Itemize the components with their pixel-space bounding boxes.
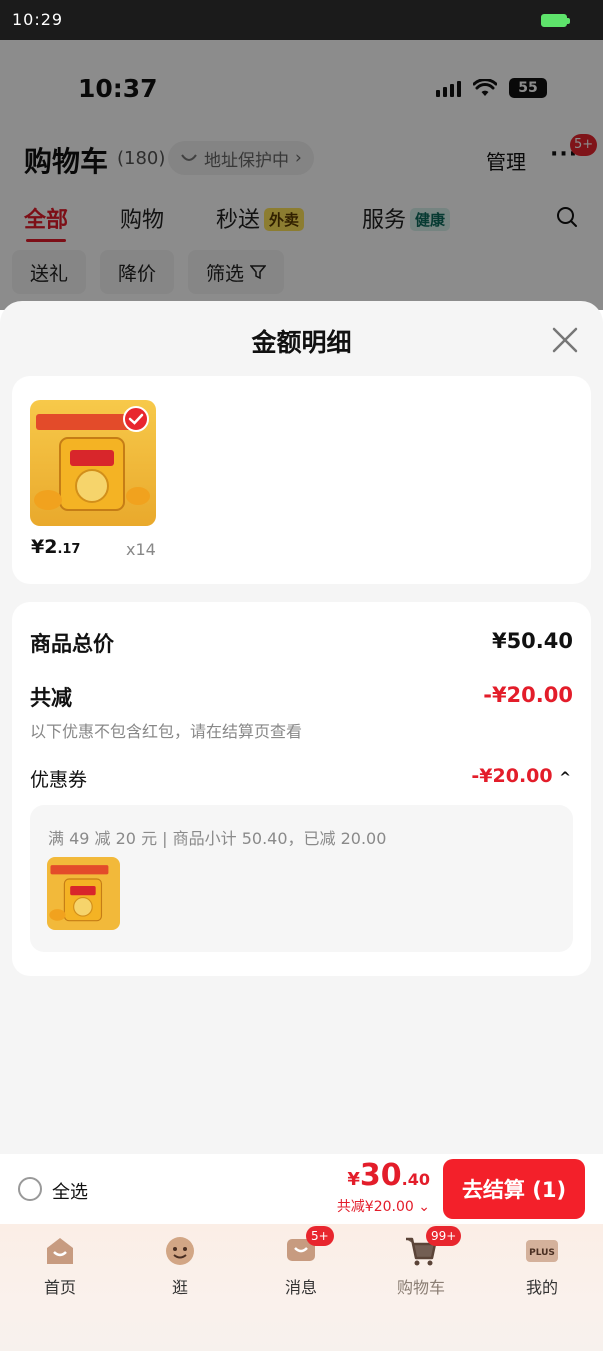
product-card: ¥2.17 x14: [12, 376, 591, 584]
coupon-toggle[interactable]: -¥20.00 ^: [471, 765, 571, 787]
subtotal-value: ¥50.40: [491, 629, 573, 653]
plus-member-icon: PLUS: [525, 1234, 559, 1268]
selected-check-icon[interactable]: [123, 406, 149, 432]
coupon-label: 优惠券: [30, 769, 88, 791]
chevron-down-icon: ⌄: [418, 1199, 430, 1215]
chevron-up-icon: ^: [559, 770, 571, 786]
coupon-value: -¥20.00: [471, 765, 553, 787]
saved-amount-toggle[interactable]: 共减¥20.00 ⌄: [337, 1196, 430, 1216]
total-int: 30: [359, 1158, 402, 1193]
checkout-bar: 全选 ¥30.40 共减¥20.00 ⌄ 去结算 (1): [0, 1154, 603, 1224]
coupon-detail-box: 满 49 减 20 元 | 商品小计 50.40，已减 20.00: [30, 805, 573, 952]
total-dec: .40: [401, 1170, 430, 1189]
cart-badge: 99+: [426, 1226, 462, 1246]
discount-value: -¥20.00: [483, 683, 573, 707]
tabbar-label: 逛: [171, 1278, 188, 1297]
tabbar-label: 首页: [43, 1278, 76, 1297]
sheet-title: 金额明细: [251, 328, 352, 357]
tabbar-home[interactable]: 首页: [0, 1234, 120, 1298]
checkout-button[interactable]: 去结算 (1): [443, 1159, 585, 1219]
select-all-radio[interactable]: [18, 1177, 42, 1201]
battery-icon: [541, 14, 570, 27]
home-icon: [43, 1234, 77, 1268]
tabbar-label: 我的: [525, 1278, 558, 1297]
messages-badge: 5+: [306, 1226, 334, 1246]
tabbar-label: 消息: [284, 1278, 317, 1297]
message-icon: 5+: [284, 1226, 334, 1268]
tabbar-cart[interactable]: 99+ 购物车: [361, 1226, 481, 1298]
select-all-label[interactable]: 全选: [52, 1178, 88, 1204]
plus-text: PLUS: [529, 1248, 555, 1258]
saved-amount: 共减¥20.00: [336, 1199, 414, 1215]
bottom-tab-bar: 首页 逛 5+ 消息 99+ 购物车 PLUS 我的: [0, 1224, 603, 1351]
status-time: 10:29: [12, 10, 64, 29]
tabbar-label: 购物车: [396, 1278, 445, 1297]
total-price: ¥30.40: [347, 1158, 430, 1193]
amount-detail-sheet: 金额明细 ¥2.17 x14 商品总价 ¥50.40 共减 -¥20.00 以下…: [0, 301, 603, 1154]
product-price-dec: .17: [57, 542, 81, 557]
coupon-product-image: [47, 857, 120, 930]
close-icon[interactable]: [550, 325, 580, 355]
discount-note: 以下优惠不包含红包，请在结算页查看: [30, 722, 303, 741]
product-price-int: ¥2: [31, 536, 58, 558]
discount-label: 共减: [30, 686, 72, 710]
device-status-bar: 10:29: [0, 0, 603, 40]
subtotal-label: 商品总价: [30, 632, 114, 656]
product-price: ¥2.17: [31, 536, 80, 558]
tabbar-browse[interactable]: 逛: [120, 1234, 240, 1298]
overlay-dim[interactable]: [0, 40, 603, 310]
cart-icon: 99+: [404, 1226, 462, 1268]
coupon-description: 满 49 减 20 元 | 商品小计 50.40，已减 20.00: [48, 829, 387, 848]
tabbar-messages[interactable]: 5+ 消息: [241, 1226, 361, 1298]
tabbar-mine[interactable]: PLUS 我的: [482, 1234, 602, 1298]
face-icon: [163, 1234, 197, 1268]
total-currency: ¥: [347, 1169, 360, 1190]
product-quantity: x14: [126, 540, 156, 559]
price-breakdown-card: 商品总价 ¥50.40 共减 -¥20.00 以下优惠不包含红包，请在结算页查看…: [12, 602, 591, 976]
